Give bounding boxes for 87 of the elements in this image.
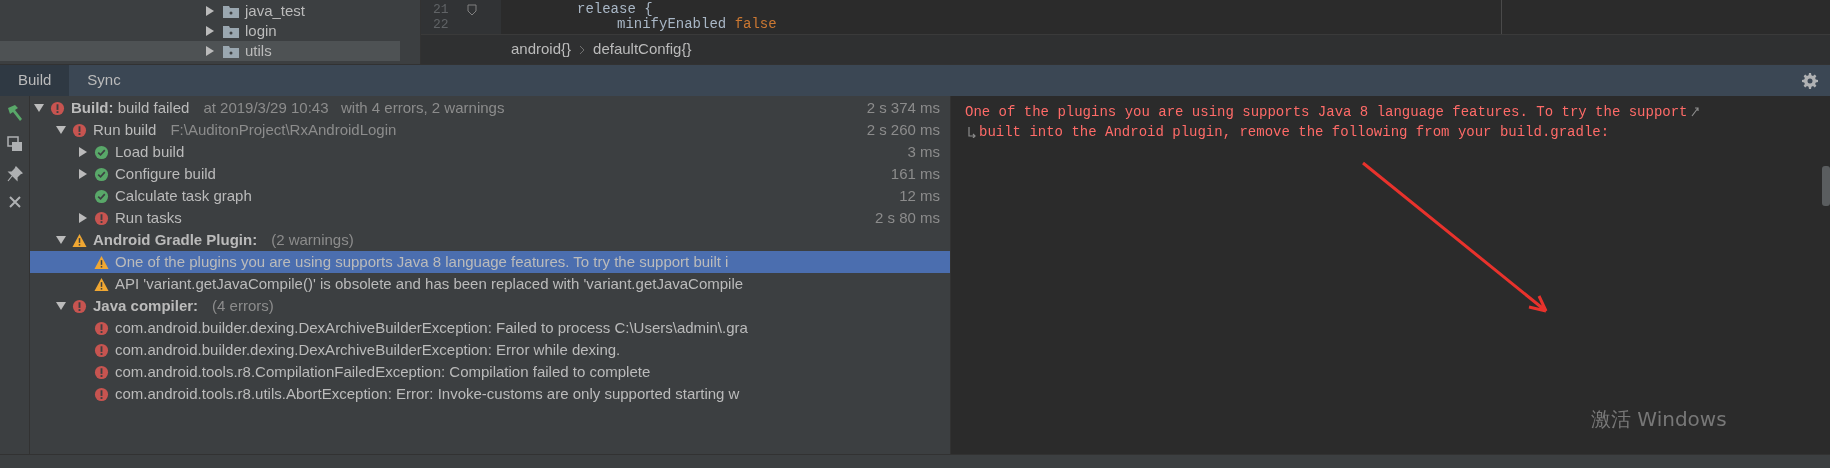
row-label: com.android.tools.r8.utils.AbortException: Error: Invoke-customs are only supported starting w [115, 383, 740, 404]
row-label: com.android.builder.dexing.DexArchiveBuilderException: Error while dexing. [115, 339, 621, 360]
expand-toggle-icon[interactable] [78, 169, 88, 179]
row-detail: (4 errors) [212, 295, 274, 316]
os-activation-notice: 激活 Windows [1591, 406, 1727, 433]
expand-toggle-icon[interactable] [56, 125, 66, 135]
build-tree-row[interactable]: Build: build failed at 2019/3/29 10:43 with 4 errors, 2 warnings 2 s 374 ms [30, 97, 950, 119]
duration: 3 ms [907, 141, 940, 162]
row-label: Calculate task graph [115, 185, 252, 206]
code-line: minifyEnabled false [616, 17, 778, 32]
build-tree-row[interactable]: API 'variant.getJavaCompile()' is obsolete and has been replaced with 'variant.getJavaCompile [30, 273, 950, 295]
fold-marker-icon[interactable] [466, 3, 477, 16]
close-icon[interactable] [8, 196, 21, 208]
expand-toggle-icon[interactable] [56, 235, 66, 245]
row-detail: at 2019/3/29 10:43 with 4 errors, 2 warnings [203, 97, 505, 118]
folder-icon [223, 4, 239, 18]
build-tree-row[interactable]: com.android.builder.dexing.DexArchiveBuilderException: Error while dexing. [30, 339, 950, 361]
expand-toggle-icon[interactable] [34, 103, 44, 113]
error-icon [94, 364, 109, 380]
build-tree-row[interactable]: Run tasks 2 s 80 ms [30, 207, 950, 229]
error-icon [94, 386, 109, 402]
tree-item-label: java_test [245, 0, 306, 21]
error-icon [94, 320, 109, 336]
chevron-icon [579, 44, 586, 55]
build-tree-row[interactable]: Java compiler: (4 errors) [30, 295, 950, 317]
build-tree-row[interactable]: com.android.tools.r8.CompilationFailedException: Compilation failed to complete [30, 361, 950, 383]
duration: 2 s 260 ms [866, 119, 940, 140]
expand-toggle-icon[interactable] [78, 147, 88, 157]
row-label: Run build [93, 119, 157, 140]
tool-window-tab[interactable]: Sync [69, 65, 139, 96]
error-icon [50, 100, 65, 116]
code-line: release { [577, 2, 654, 17]
build-tree-row[interactable]: com.android.tools.r8.utils.AbortException: Error: Invoke-customs are only supported starting w [30, 383, 950, 405]
tree-item-label: login [245, 20, 277, 41]
duration: 12 ms [899, 185, 940, 206]
expand-toggle-icon[interactable] [205, 26, 215, 36]
row-label: One of the plugins you are using supports Java 8 language features. To try the support built i [115, 251, 729, 272]
ok-icon [94, 166, 109, 182]
project-tree-item[interactable]: login [0, 21, 400, 41]
row-detail: (2 warnings) [271, 229, 354, 250]
console-line: built into the Android plugin, remove the following from your build.gradle: [979, 122, 1610, 142]
build-tree-row[interactable]: Android Gradle Plugin: (2 warnings) [30, 229, 950, 251]
expand-toggle-icon[interactable] [56, 301, 66, 311]
row-label: Load build [115, 141, 185, 162]
console-line: One of the plugins you are using supports Java 8 language features. To try the support [965, 102, 1688, 122]
expand-toggle-icon[interactable] [205, 6, 215, 16]
duration: 161 ms [890, 163, 940, 184]
pin-icon[interactable] [6, 166, 23, 182]
settings-icon[interactable] [1802, 72, 1818, 89]
row-label: com.android.builder.dexing.DexArchiveBuilderException: Failed to process C:\Users\admin\.gra [115, 317, 748, 338]
build-tree-row[interactable]: com.android.builder.dexing.DexArchiveBuilderException: Failed to process C:\Users\admin\.gra [30, 317, 950, 339]
row-label: Build: build failed [71, 97, 190, 118]
row-detail: F:\AuditonProject\RxAndroidLogin [170, 119, 397, 140]
ok-icon [94, 144, 109, 160]
row-label: Android Gradle Plugin: [93, 229, 258, 250]
scrollbar-thumb[interactable] [1822, 166, 1830, 206]
breadcrumb[interactable]: android{} [511, 38, 572, 61]
row-label: Run tasks [115, 207, 182, 228]
folder-icon [223, 44, 239, 58]
build-tree-row[interactable]: Run build F:\AuditonProject\RxAndroidLogin 2 s 260 ms [30, 119, 950, 141]
row-label: Java compiler: [93, 295, 199, 316]
row-label: com.android.tools.r8.CompilationFailedException: Compilation failed to complete [115, 361, 651, 382]
error-icon [72, 298, 87, 314]
warning-icon [94, 254, 109, 270]
duration: 2 s 80 ms [874, 207, 940, 228]
project-tree-item[interactable]: java_test [0, 1, 400, 21]
error-icon [94, 342, 109, 358]
tool-window-tab[interactable]: Build [0, 65, 70, 96]
ok-icon [94, 188, 109, 204]
hammer-icon[interactable] [5, 104, 24, 122]
error-icon [72, 122, 87, 138]
row-label: Configure build [115, 163, 216, 184]
row-label: API 'variant.getJavaCompile()' is obsolete and has been replaced with 'variant.getJavaCompile [115, 273, 744, 294]
expand-toggle-icon[interactable] [78, 213, 88, 223]
breadcrumb[interactable]: defaultConfig{} [593, 38, 692, 61]
folder-icon [223, 24, 239, 38]
error-icon [94, 210, 109, 226]
build-tree-row[interactable]: Load build 3 ms [30, 141, 950, 163]
tree-item-label: utils [245, 40, 272, 61]
expand-toggle-icon[interactable] [205, 46, 215, 56]
warning-icon [94, 276, 109, 292]
duration: 2 s 374 ms [866, 97, 940, 118]
project-tree-item[interactable]: utils [0, 41, 400, 61]
warning-icon [72, 232, 87, 248]
build-tree-row[interactable]: Calculate task graph 12 ms [30, 185, 950, 207]
windows-icon[interactable] [6, 136, 23, 152]
build-tree-row[interactable]: Configure build 161 ms [30, 163, 950, 185]
